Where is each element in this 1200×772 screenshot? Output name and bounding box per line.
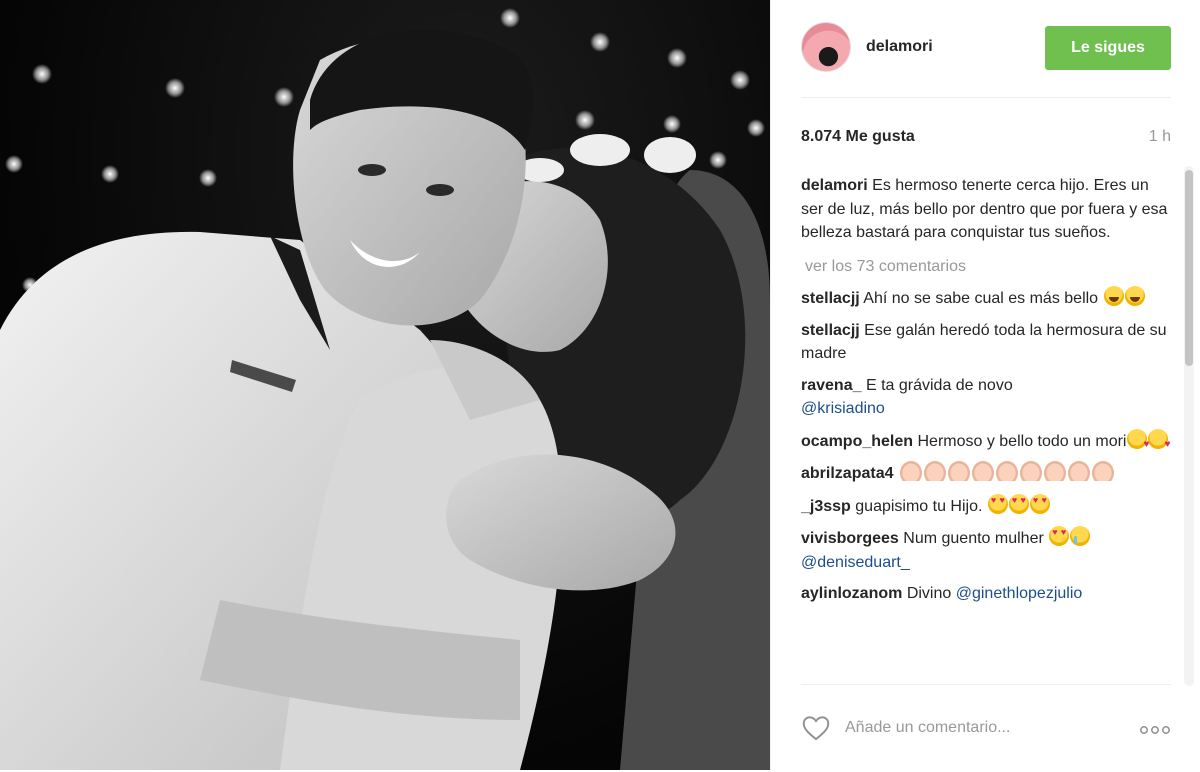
comment-item: stellacjj Ahí no se sabe cual es más bel… <box>801 286 1171 311</box>
comment-text: E ta grávida de novo <box>865 376 1013 394</box>
heart-eyes-emoji-icon <box>1029 493 1050 514</box>
caption-username[interactable]: delamori <box>801 177 868 194</box>
comment-item: stellacjj Ese galán heredó toda la hermo… <box>801 319 1171 366</box>
clapping-hands-icon <box>898 461 1114 482</box>
like-button[interactable] <box>801 713 831 743</box>
comment-mention[interactable]: @ginethlopezjulio <box>956 585 1083 602</box>
comment-mention[interactable]: @deniseduart_ <box>801 554 910 571</box>
following-button[interactable]: Le sigues <box>1045 26 1171 70</box>
comment-item: _j3ssp guapisimo tu Hijo. <box>801 493 1171 519</box>
comment-text: Hermoso y bello todo un mori <box>917 432 1127 450</box>
comment-username[interactable]: stellacjj <box>801 322 860 339</box>
likes-count[interactable]: 8.074 Me gusta <box>801 128 915 146</box>
comment-text: guapisimo tu Hijo. <box>855 497 983 515</box>
heart-eyes-emoji-icon <box>1008 493 1029 514</box>
comment-item: ocampo_helen Hermoso y bello todo un mor… <box>801 428 1171 456</box>
comment-username[interactable]: ocampo_helen <box>801 433 913 450</box>
comment-username[interactable]: ravena_ <box>801 377 862 394</box>
avatar[interactable] <box>801 22 851 72</box>
ellipsis-icon <box>1140 725 1170 734</box>
comment-item: vivisborgees Num guento mulher @denisedu… <box>801 526 1171 574</box>
scrollbar-thumb[interactable] <box>1185 170 1193 366</box>
post-username[interactable]: delamori <box>866 38 933 56</box>
laughing-emoji-icon <box>1124 286 1145 306</box>
heart-outline-icon <box>802 715 830 740</box>
post-header: delamori Le sigues <box>801 22 1171 98</box>
crying-emoji-icon <box>1070 526 1091 546</box>
add-comment-input[interactable] <box>845 718 1115 737</box>
likes-row: 8.074 Me gusta 1 h <box>801 128 1171 146</box>
heart-eyes-emoji-icon <box>987 493 1008 514</box>
post-time[interactable]: 1 h <box>1149 128 1171 146</box>
view-all-comments-link[interactable]: ver los 73 comentarios <box>805 255 1171 279</box>
kiss-emoji-icon <box>1127 428 1149 456</box>
comments-list: delamori Es hermoso tenerte cerca hijo. … <box>801 174 1171 680</box>
comment-mention[interactable]: @krisiadino <box>801 400 885 417</box>
comment-username[interactable]: stellacjj <box>801 290 860 307</box>
heart-eyes-emoji-icon <box>1049 526 1070 546</box>
kiss-emoji-icon <box>1148 428 1170 456</box>
caption: delamori Es hermoso tenerte cerca hijo. … <box>801 174 1171 245</box>
more-options-button[interactable] <box>1139 718 1171 738</box>
laughing-emoji-icon <box>1103 286 1124 306</box>
post-footer <box>801 684 1171 770</box>
comment-text: Ahí no se sabe cual es más bello <box>863 290 1099 307</box>
comment-username[interactable]: abrilzapata4 <box>801 465 893 482</box>
post-sidebar: delamori Le sigues 8.074 Me gusta 1 h de… <box>770 0 1200 772</box>
comment-username[interactable]: aylinlozanom <box>801 585 902 602</box>
photo-illustration <box>0 8 770 770</box>
comment-text: Num guento mulher <box>903 530 1044 547</box>
comment-item: ravena_ E ta grávida de novo @krisiadino <box>801 374 1171 421</box>
comment-text: Divino <box>906 585 952 602</box>
comment-username[interactable]: _j3ssp <box>801 498 851 515</box>
comment-item: aylinlozanom Divino @ginethlopezjulio <box>801 582 1171 606</box>
post-photo[interactable] <box>0 0 770 770</box>
comments-scrollbar[interactable] <box>1184 166 1194 686</box>
comment-username[interactable]: vivisborgees <box>801 530 899 547</box>
comment-item: abrilzapata4 <box>801 461 1171 486</box>
